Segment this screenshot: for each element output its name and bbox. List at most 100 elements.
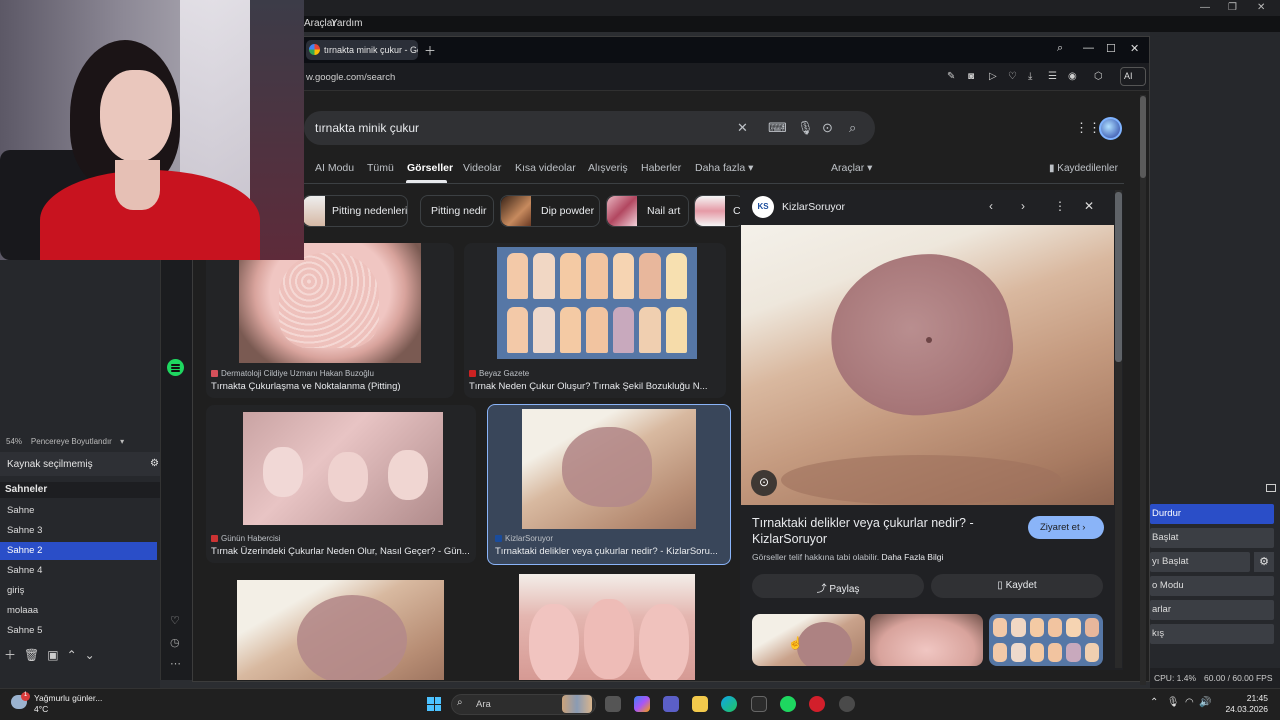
tab-all[interactable]: Tümü xyxy=(367,162,394,174)
tab-images[interactable]: Görseller xyxy=(407,162,453,174)
result-title[interactable]: Tırnak Neden Çukur Oluşur? Tırnak Şekil … xyxy=(469,381,721,392)
page-scrollbar-thumb[interactable] xyxy=(1140,96,1146,178)
restore-icon[interactable]: ❐ xyxy=(1228,2,1237,13)
chip-dip-powder[interactable]: Dip powder xyxy=(500,195,600,227)
more-info-link[interactable]: Daha Fazla Bilgi xyxy=(881,552,943,562)
preview-image[interactable] xyxy=(741,225,1114,505)
trash-icon[interactable]: 🗑 xyxy=(24,648,39,662)
filter-icon[interactable]: ▣ xyxy=(47,648,58,662)
lens-icon[interactable]: ⊙ xyxy=(751,470,777,496)
result-image[interactable] xyxy=(243,412,443,525)
search-icon[interactable]: ⌕ xyxy=(849,120,856,136)
edit-icon[interactable]: ✎ xyxy=(947,71,955,82)
chip-nail-art[interactable]: Nail art xyxy=(606,195,689,227)
move-down-icon[interactable]: ⌄ xyxy=(85,648,95,662)
volume-icon[interactable]: 🔊 xyxy=(1199,697,1211,708)
close-icon[interactable]: ✕ xyxy=(1084,199,1094,213)
related-image[interactable]: ☝ xyxy=(752,614,865,666)
chevron-left-icon[interactable]: ‹ xyxy=(989,199,993,213)
scene-item[interactable]: molaaa xyxy=(0,602,157,620)
chip-more[interactable]: Co xyxy=(694,195,744,227)
exit-button[interactable]: kış xyxy=(1150,624,1274,644)
list-icon[interactable]: ☰ xyxy=(1048,71,1057,82)
tools-button[interactable]: Araçlar ▾ xyxy=(831,162,872,174)
url-text[interactable]: w.google.com/search xyxy=(306,72,395,83)
clock[interactable]: 21:45 24.03.2026 xyxy=(1224,693,1268,715)
wifi-icon[interactable]: ◠ xyxy=(1185,697,1194,708)
search-input[interactable]: tırnakta minik çukur xyxy=(315,121,419,135)
chip-pitting-what[interactable]: Pitting nedir xyxy=(420,195,494,227)
result-image[interactable] xyxy=(237,580,444,680)
spotify-icon[interactable] xyxy=(167,359,184,376)
clear-icon[interactable]: ✕ xyxy=(737,120,748,136)
more-vert-icon[interactable]: ⋮ xyxy=(1054,199,1066,213)
tab-ai-mode[interactable]: AI Modu xyxy=(315,162,354,174)
chevron-right-icon[interactable]: › xyxy=(1021,199,1025,213)
browser-tab[interactable]: tırnakta minik çukur - Goo xyxy=(306,40,418,60)
page-scrollbar[interactable] xyxy=(1140,95,1146,685)
address-bar[interactable] xyxy=(304,63,1149,91)
start-virtual-button[interactable]: yı Başlat xyxy=(1150,552,1250,572)
panel-title[interactable]: Tırnaktaki delikler veya çukurlar nedir?… xyxy=(752,515,1012,547)
obs-icon[interactable] xyxy=(839,696,855,712)
scene-item[interactable]: Sahne 5 xyxy=(0,622,157,640)
task-view-icon[interactable] xyxy=(605,696,621,712)
tab-more[interactable]: Daha fazla ▾ xyxy=(695,162,753,174)
panel-site-name[interactable]: KizlarSoruyor xyxy=(782,201,845,213)
minimize-icon[interactable]: — xyxy=(1083,42,1094,54)
store-icon[interactable] xyxy=(751,696,767,712)
download-icon[interactable]: ⤓ xyxy=(1028,71,1032,82)
teams-icon[interactable] xyxy=(663,696,679,712)
tab-short-videos[interactable]: Kısa videolar xyxy=(515,162,576,174)
minimize-icon[interactable]: — xyxy=(1200,2,1210,13)
related-image[interactable] xyxy=(989,614,1103,666)
result-image[interactable] xyxy=(522,409,696,529)
new-tab-icon[interactable]: ＋ xyxy=(424,42,436,59)
spotify-icon[interactable] xyxy=(780,696,796,712)
stop-button[interactable]: Durdur xyxy=(1150,504,1274,524)
add-icon[interactable]: ＋ xyxy=(4,648,16,662)
dock-icon[interactable] xyxy=(1266,484,1276,492)
move-up-icon[interactable]: ⌃ xyxy=(67,648,77,662)
saved-link[interactable]: ▮ Kaydedilenler xyxy=(1049,163,1118,174)
tab-videos[interactable]: Videolar xyxy=(463,162,501,174)
heart-icon[interactable]: ♡ xyxy=(170,614,180,627)
result-title[interactable]: Tırnakta Çukurlaşma ve Noktalanma (Pitti… xyxy=(211,381,451,392)
file-explorer-icon[interactable] xyxy=(692,696,708,712)
close-icon[interactable]: ✕ xyxy=(1130,42,1139,55)
start-button[interactable]: Başlat xyxy=(1150,528,1274,548)
result-image[interactable] xyxy=(497,247,697,359)
copilot-icon[interactable] xyxy=(634,696,650,712)
play-icon[interactable]: ▷ xyxy=(989,71,997,82)
microphone-icon[interactable]: 🎙 xyxy=(1167,697,1180,708)
keyboard-icon[interactable]: ⌨ xyxy=(768,120,787,136)
save-button[interactable]: ▯ Kaydet xyxy=(931,574,1103,598)
scene-item[interactable]: giriş xyxy=(0,582,157,600)
close-icon[interactable]: ✕ xyxy=(1257,2,1265,13)
ai-button[interactable]: AI xyxy=(1120,67,1146,86)
tab-shopping[interactable]: Alışveriş xyxy=(588,162,628,174)
gear-icon[interactable]: ⚙ xyxy=(1254,552,1274,572)
result-image[interactable] xyxy=(239,243,421,363)
related-image[interactable] xyxy=(870,614,983,666)
visit-button[interactable]: Ziyaret et › xyxy=(1028,516,1104,539)
avatar[interactable] xyxy=(1099,117,1122,140)
scene-item[interactable]: Sahne xyxy=(0,502,157,520)
chip-pitting-causes[interactable]: Pitting nedenleri xyxy=(302,195,408,227)
chevron-up-icon[interactable]: ⌃ xyxy=(1150,697,1158,708)
scene-item-selected[interactable]: Sahne 2 xyxy=(0,542,157,560)
profile-icon[interactable]: ◉ xyxy=(1068,71,1077,82)
heart-icon[interactable]: ♡ xyxy=(1008,71,1017,82)
studio-mode-button[interactable]: o Modu xyxy=(1150,576,1274,596)
camera-icon[interactable]: ◙ xyxy=(968,71,974,82)
result-title[interactable]: Tırnaktaki delikler veya çukurlar nedir?… xyxy=(495,546,723,557)
settings-button[interactable]: arlar xyxy=(1150,600,1274,620)
windows-start-icon[interactable] xyxy=(427,697,441,711)
scene-item[interactable]: Sahne 4 xyxy=(0,562,157,580)
result-title[interactable]: Tırnak Üzerindeki Çukurlar Neden Olur, N… xyxy=(211,546,475,557)
lens-icon[interactable]: ⊙ xyxy=(822,120,833,136)
search-icon[interactable]: ⌕ xyxy=(1057,42,1063,55)
preview-zoom[interactable]: 54% Pencereye Boyutlandır ▾ xyxy=(6,437,124,446)
opera-gx-icon[interactable] xyxy=(809,696,825,712)
microphone-icon[interactable]: 🎙 xyxy=(797,120,814,136)
